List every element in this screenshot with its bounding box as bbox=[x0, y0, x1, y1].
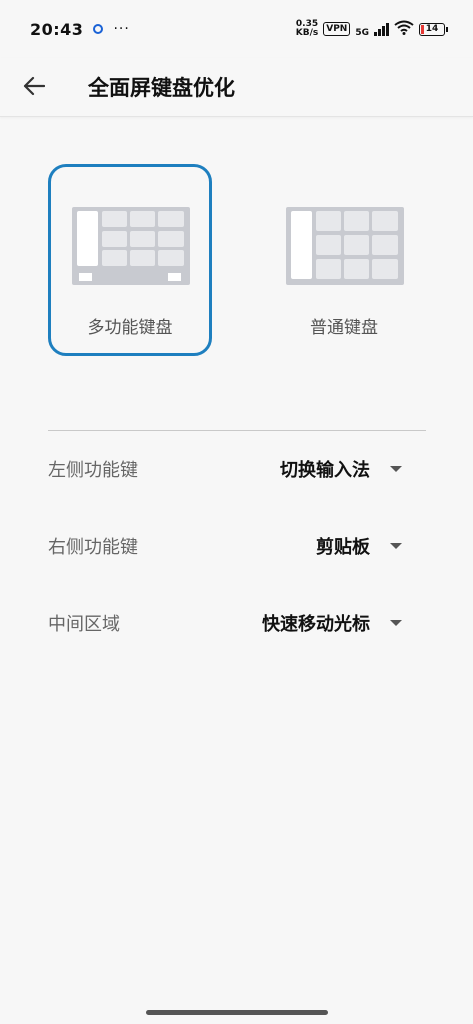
dropdown-arrow-icon bbox=[390, 543, 402, 549]
back-arrow-icon bbox=[23, 76, 45, 96]
setting-value: 快速移动光标 bbox=[262, 614, 370, 635]
home-indicator[interactable] bbox=[146, 1010, 328, 1015]
keyboard-option-normal[interactable]: 普通键盘 bbox=[262, 164, 426, 356]
notification-dot-icon bbox=[93, 24, 104, 34]
setting-right-function-key[interactable]: 右侧功能键 剪贴板 bbox=[48, 524, 426, 568]
setting-middle-area[interactable]: 中间区域 快速移动光标 bbox=[48, 601, 426, 645]
setting-left-function-key[interactable]: 左侧功能键 切换输入法 bbox=[48, 447, 426, 491]
status-right: 0.35 KB/s VPN 5G 14 bbox=[296, 20, 448, 39]
status-bar: 20:43 ··· 0.35 KB/s VPN 5G 14 bbox=[0, 0, 473, 58]
back-button[interactable] bbox=[18, 70, 50, 102]
battery-fill bbox=[421, 24, 424, 34]
signal-icon bbox=[374, 22, 389, 36]
dropdown-arrow-icon bbox=[390, 620, 402, 626]
setting-value: 切换输入法 bbox=[280, 460, 370, 481]
page-title: 全面屏键盘优化 bbox=[88, 76, 235, 100]
keyboard-option-multifunction[interactable]: 多功能键盘 bbox=[48, 164, 212, 356]
setting-label: 中间区域 bbox=[48, 614, 120, 635]
status-left: 20:43 ··· bbox=[30, 20, 130, 39]
battery-icon: 14 bbox=[419, 22, 448, 36]
setting-label: 右侧功能键 bbox=[48, 537, 138, 558]
net-speed-unit: KB/s bbox=[295, 28, 319, 38]
vpn-badge: VPN bbox=[323, 22, 351, 36]
normal-keyboard-icon bbox=[286, 207, 404, 285]
network-type: 5G bbox=[355, 27, 369, 38]
dropdown-arrow-icon bbox=[390, 466, 402, 472]
net-speed: 0.35 KB/s bbox=[296, 20, 318, 38]
multifunction-keyboard-icon bbox=[72, 207, 190, 285]
more-notifications-icon: ··· bbox=[113, 21, 130, 37]
setting-label: 左侧功能键 bbox=[48, 460, 138, 481]
keyboard-option-label: 多功能键盘 bbox=[87, 318, 173, 338]
status-time: 20:43 bbox=[30, 19, 84, 39]
app-bar: 全面屏键盘优化 bbox=[0, 58, 473, 117]
keyboard-option-label: 普通键盘 bbox=[310, 318, 378, 338]
setting-value: 剪贴板 bbox=[316, 537, 370, 558]
divider bbox=[48, 430, 426, 431]
battery-level: 14 bbox=[425, 24, 439, 34]
wifi-icon bbox=[394, 20, 414, 39]
